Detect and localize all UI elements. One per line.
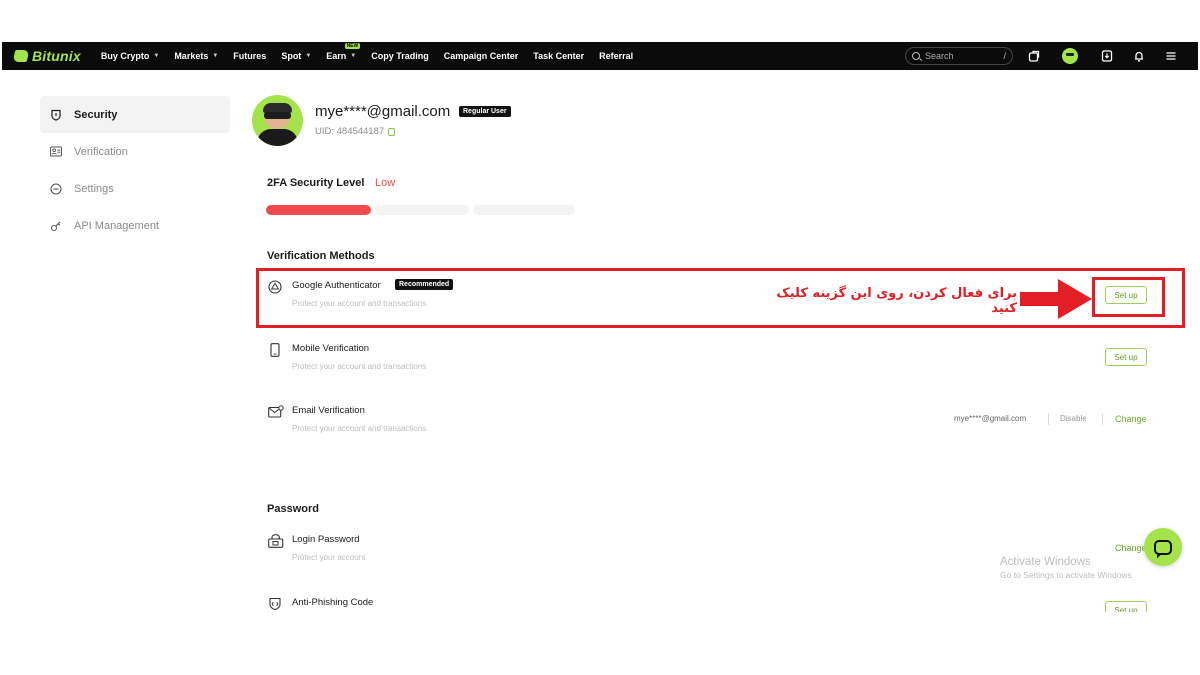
divider — [1048, 413, 1049, 425]
annotation-button-box — [1092, 277, 1165, 317]
method-description: Protect your account and transactions — [292, 424, 427, 433]
nav-item-buy-crypto[interactable]: Buy Crypto ▼ — [101, 51, 159, 61]
email-icon — [268, 405, 284, 419]
shield-icon — [50, 109, 62, 121]
security-level-bar-filled — [266, 205, 371, 215]
logo-icon — [12, 50, 30, 62]
sidebar-item-settings[interactable]: Settings — [40, 170, 230, 207]
sidebar-item-verification[interactable]: Verification — [40, 133, 230, 170]
section-title-password: Password — [267, 503, 319, 515]
sidebar-item-label: Security — [74, 108, 118, 121]
security-level-label: 2FA Security Level — [267, 177, 365, 189]
activate-windows-watermark: Activate Windows Go to Settings to activ… — [1000, 556, 1132, 580]
search-icon — [912, 52, 920, 60]
nav-item-campaign-center[interactable]: Campaign Center — [444, 51, 519, 61]
method-mobile-verification: Mobile Verification Protect your account… — [267, 333, 1157, 383]
search-shortcut: / — [1003, 51, 1006, 61]
nav-item-earn[interactable]: Earn ▼ NEW — [326, 43, 361, 61]
uid-value: 484544187 — [336, 126, 385, 137]
security-level-bar — [375, 205, 469, 215]
method-title: Mobile Verification — [292, 343, 370, 354]
nav-item-referral[interactable]: Referral — [599, 51, 633, 61]
annotation-text: برای فعال کردن، روی این گزینه کلیک کنید — [776, 286, 1017, 316]
login-password-change-link[interactable]: Change — [1115, 543, 1147, 553]
mobile-icon — [268, 343, 282, 357]
sidebar: Security Verification Settings API Manag… — [40, 96, 230, 244]
anti-phishing-setup-button[interactable]: Set up — [1105, 601, 1147, 612]
security-level-value: Low — [375, 177, 396, 189]
sidebar-item-label: Settings — [74, 182, 114, 195]
chevron-down-icon: ▼ — [212, 53, 219, 59]
chat-icon — [1154, 539, 1172, 555]
chevron-down-icon: ▼ — [153, 53, 160, 59]
nav-item-task-center[interactable]: Task Center — [533, 51, 584, 61]
search-input[interactable]: Search / — [905, 47, 1013, 65]
brand-name: Bitunix — [32, 48, 81, 64]
nav-item-spot[interactable]: Spot ▼ — [281, 51, 311, 61]
password-item-description: Protect your account — [292, 553, 366, 562]
security-level-bar — [473, 205, 575, 215]
download-icon[interactable] — [1100, 49, 1114, 63]
chat-support-button[interactable] — [1144, 528, 1182, 566]
divider — [1102, 413, 1103, 425]
chevron-down-icon: ▼ — [350, 53, 357, 59]
new-badge: NEW — [344, 43, 361, 49]
assets-icon[interactable] — [1027, 49, 1041, 63]
sidebar-item-label: API Management — [74, 219, 159, 232]
section-title-verification: Verification Methods — [267, 250, 375, 262]
mobile-verification-setup-button[interactable]: Set up — [1105, 348, 1147, 366]
profile-avatar[interactable] — [252, 95, 303, 146]
user-type-badge: Regular User — [459, 106, 511, 117]
arrow-right-icon — [1020, 279, 1092, 319]
uid-label: UID: — [315, 126, 334, 137]
brand-logo[interactable]: Bitunix — [12, 48, 81, 64]
password-item-title: Anti-Phishing Code — [292, 597, 374, 608]
nav-item-copy-trading[interactable]: Copy Trading — [371, 51, 429, 61]
profile-email: mye****@gmail.com — [315, 103, 451, 120]
chevron-down-icon: ▼ — [305, 53, 312, 59]
password-item-anti-phishing: Anti-Phishing Code — [267, 587, 1157, 612]
method-description: Protect your account and transactions — [292, 362, 427, 371]
menu-icon[interactable] — [1164, 49, 1178, 63]
password-item-title: Login Password — [292, 534, 360, 545]
avatar[interactable] — [1062, 48, 1078, 64]
anti-phishing-icon — [268, 597, 282, 611]
api-key-icon — [50, 220, 62, 232]
sidebar-item-security[interactable]: Security — [40, 96, 230, 133]
settings-icon — [50, 182, 62, 195]
search-placeholder: Search — [925, 51, 954, 61]
verified-email: mye****@gmail.com — [954, 414, 1027, 423]
method-title: Email Verification — [292, 405, 365, 416]
nav-item-markets[interactable]: Markets ▼ — [174, 51, 218, 61]
id-card-icon — [50, 146, 62, 158]
email-disable-link[interactable]: Disable — [1060, 414, 1087, 423]
sidebar-item-label: Verification — [74, 145, 128, 158]
uid-row: UID: 484544187 — [315, 126, 396, 137]
app-window: Bitunix Buy Crypto ▼ Markets ▼ Futures Spo… — [2, 42, 1198, 612]
bell-icon[interactable] — [1132, 49, 1146, 63]
copy-icon[interactable] — [388, 127, 396, 136]
top-nav: Bitunix Buy Crypto ▼ Markets ▼ Futures Spo… — [2, 42, 1198, 70]
email-change-link[interactable]: Change — [1115, 414, 1147, 424]
nav-item-futures[interactable]: Futures — [233, 51, 266, 61]
lock-icon — [268, 534, 284, 548]
sidebar-item-api-management[interactable]: API Management — [40, 207, 230, 244]
